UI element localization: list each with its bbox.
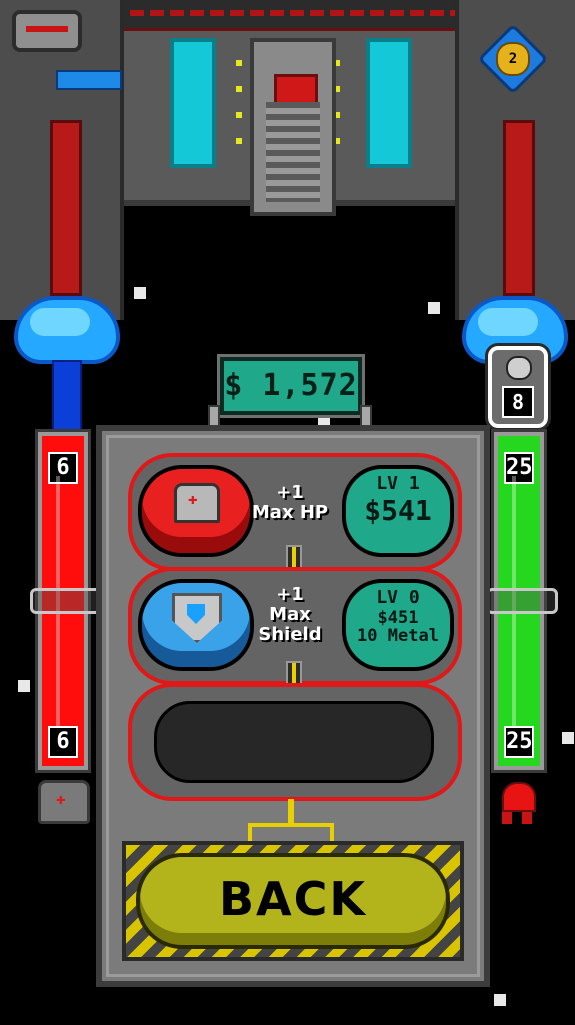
blue-drip (52, 360, 82, 434)
wire (248, 823, 334, 827)
bar-clamp (486, 588, 558, 614)
star (562, 732, 574, 744)
upgrade-slot-empty (128, 683, 462, 801)
hp-desc-line2: Max HP (251, 502, 329, 523)
enemy-ship-icon (500, 782, 536, 828)
shield-price: $451 (377, 608, 419, 628)
shield-bottom-value: 25 (504, 726, 534, 758)
shield-desc-line3: Shield (258, 624, 322, 645)
docking-bay-right (366, 38, 412, 168)
shield-metal-cost: 10 Metal (357, 626, 439, 646)
station-topbar (110, 0, 465, 31)
money-display: $ 1,572 (217, 354, 365, 418)
red-pipe (503, 120, 535, 296)
empty-slot (154, 701, 434, 783)
back-frame: BACK (122, 841, 464, 961)
menu-badge-icon[interactable] (12, 10, 82, 52)
docking-bay-left (170, 38, 216, 168)
wire (288, 799, 294, 825)
metal-counter: 8 (485, 343, 551, 431)
back-label: BACK (218, 872, 368, 926)
star (428, 302, 440, 314)
hp-level: LV 1 (376, 473, 420, 494)
level-badge: 2 (496, 42, 530, 76)
shield-level: LV 0 (376, 587, 420, 608)
upgrade-panel: +1 Max HP LV 1 $541 +1 Max Shield LV 0 $… (96, 425, 490, 987)
star (18, 680, 30, 692)
hp-price: $541 (364, 494, 432, 527)
shield-icon (172, 593, 222, 643)
bay-lights (236, 60, 242, 150)
bar-clamp (30, 588, 102, 614)
hp-desc-line1: +1 (276, 482, 304, 503)
money-value: $ 1,572 (224, 368, 358, 403)
star (494, 994, 506, 1006)
shield-desc-line2: Max (269, 604, 311, 625)
hp-upgrade-desc: +1 Max HP (244, 483, 336, 523)
hp-bar: 6 6 (30, 429, 102, 773)
hp-bottom-value: 6 (48, 726, 78, 758)
hp-icon (174, 483, 220, 523)
back-button[interactable]: BACK (136, 853, 450, 949)
player-ship-icon (38, 780, 90, 824)
hp-top-value: 6 (48, 452, 78, 484)
metal-count: 8 (502, 386, 534, 418)
shield-bar: 25 25 (486, 429, 558, 773)
shield-upgrade-button[interactable] (138, 579, 254, 671)
shield-buy-button[interactable]: LV 0 $451 10 Metal (342, 579, 454, 671)
ore-icon (506, 356, 532, 380)
thruster-bubble-left (14, 296, 120, 364)
shield-upgrade-desc: +1 Max Shield (244, 585, 336, 645)
cyan-plate (56, 70, 122, 90)
station-core (250, 38, 336, 216)
red-pipe (50, 120, 82, 296)
hp-upgrade-button[interactable] (138, 465, 254, 557)
core-grill (266, 102, 320, 202)
star (134, 287, 146, 299)
shield-top-value: 25 (504, 452, 534, 484)
shield-desc-line1: +1 (276, 584, 304, 605)
hp-buy-button[interactable]: LV 1 $541 (342, 465, 454, 557)
